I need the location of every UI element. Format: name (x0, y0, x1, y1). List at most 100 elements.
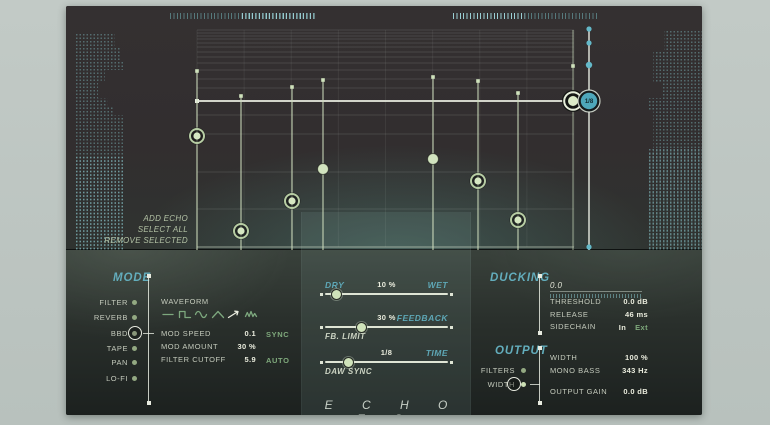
desktop-background: 1/8 ADD ECHO SELECT ALL REMOVE SELECTED … (0, 0, 770, 425)
echo-top-dot[interactable] (321, 78, 325, 82)
remove-selected-button[interactable]: REMOVE SELECTED (84, 235, 188, 246)
feedback-labels: 30 % FEEDBACK (325, 313, 448, 323)
mod-speed-sync-tag[interactable]: SYNC (266, 330, 289, 339)
timeline-dot[interactable] (586, 40, 591, 45)
time-badge-text: 1/8 (585, 99, 594, 105)
echo-top-dot[interactable] (476, 79, 480, 83)
wet-label[interactable]: WET (428, 280, 448, 290)
dry-wet-knob[interactable] (331, 289, 342, 300)
output-separator (539, 348, 540, 403)
dry-wet-labels: DRY 10 % WET (325, 280, 448, 290)
waveform-random-icon[interactable] (244, 308, 258, 321)
timeline-dot[interactable] (586, 62, 592, 68)
echo-top-dot[interactable] (290, 85, 294, 89)
dry-wet-slider[interactable] (325, 293, 448, 295)
ducking-meter-value: 0.0 (550, 281, 562, 290)
mod-amount-value[interactable]: 30 % (238, 342, 257, 352)
filter-cutoff-value[interactable]: 5.9 (245, 355, 256, 365)
output-gain-value[interactable]: 0.0 dB (623, 387, 648, 397)
ducking-separator (539, 276, 540, 333)
timeline-dot[interactable] (586, 244, 591, 249)
mode-title: MODE (113, 272, 151, 284)
waveform-label: WAVEFORM (161, 297, 209, 306)
echo-handle-center[interactable] (514, 216, 521, 223)
fb-limit-label[interactable]: FB. LIMIT (325, 332, 366, 341)
waveform-square-icon[interactable] (178, 308, 192, 321)
mode-item-bbd[interactable]: BBD (72, 327, 150, 339)
mono-bass-row[interactable]: MONO BASS 343 Hz (550, 366, 648, 376)
graph-context-menu: ADD ECHO SELECT ALL REMOVE SELECTED (84, 213, 188, 246)
echo-handle-center[interactable] (288, 197, 295, 204)
time-knob[interactable] (343, 357, 354, 368)
waveform-selector (161, 308, 258, 321)
select-all-button[interactable]: SELECT ALL (84, 224, 188, 235)
waveform-ramp-icon[interactable] (227, 308, 241, 321)
width-value[interactable]: 100 % (625, 353, 648, 363)
mode-connector-line (143, 333, 154, 334)
mod-amount-label: MOD AMOUNT (161, 342, 218, 352)
echo-top-dot[interactable] (516, 91, 520, 95)
filter-cutoff-label: FILTER CUTOFF (161, 355, 226, 365)
mod-speed-label: MOD SPEED (161, 329, 211, 339)
output-dot-icon (521, 382, 526, 387)
threshold-value[interactable]: 0.0 dB (623, 297, 648, 307)
waveform-sine-icon[interactable] (194, 308, 208, 321)
sidechain-label: SIDECHAIN (550, 322, 596, 332)
feedback-knob[interactable] (356, 322, 367, 333)
width-row[interactable]: WIDTH 100 % (550, 353, 648, 363)
mode-dot-icon (132, 360, 137, 365)
threshold-label: THRESHOLD (550, 297, 601, 307)
mode-dot-icon (132, 300, 137, 305)
filter-cutoff-row[interactable]: FILTER CUTOFF 5.9 (161, 355, 256, 365)
waveform-triangle-icon[interactable] (211, 308, 225, 321)
time-slider[interactable] (325, 361, 448, 363)
feedback-label[interactable]: FEEDBACK (397, 313, 448, 323)
level-handle-center[interactable] (568, 96, 578, 106)
add-echo-button[interactable]: ADD ECHO (84, 213, 188, 224)
output-gain-row[interactable]: OUTPUT GAIN 0.0 dB (550, 387, 648, 397)
mode-item-tape[interactable]: TAPE (72, 342, 150, 354)
sidechain-in-option[interactable]: In (619, 323, 626, 332)
mode-selected-ring (128, 326, 142, 340)
daw-sync-label[interactable]: DAW SYNC (325, 367, 372, 376)
mode-item-label: LO-FI (72, 374, 128, 383)
mod-speed-row[interactable]: MOD SPEED 0.1 (161, 329, 256, 339)
echo-top-dot[interactable] (431, 75, 435, 79)
mono-bass-value[interactable]: 343 Hz (622, 366, 648, 376)
output-selected-ring (507, 377, 521, 391)
echo-handle-center[interactable] (237, 227, 244, 234)
output-toggle-filters[interactable]: FILTERS (461, 364, 529, 376)
waveform-flat-icon[interactable] (161, 308, 175, 321)
echo-handle[interactable] (428, 154, 439, 165)
mode-item-label: PAN (72, 358, 128, 367)
sidechain-row: SIDECHAIN In Ext (550, 322, 648, 332)
output-toggle-width[interactable]: WIDTH (461, 378, 529, 390)
echo-top-dot[interactable] (195, 69, 199, 73)
sidechain-options: In Ext (619, 321, 648, 333)
echo-handle[interactable] (318, 164, 329, 175)
mode-item-label: REVERB (72, 313, 128, 322)
time-labels: 1/8 TIME (325, 348, 448, 358)
echo-top-dot[interactable] (239, 94, 243, 98)
mode-item-reverb[interactable]: REVERB (72, 311, 150, 323)
mode-item-filter[interactable]: FILTER (72, 296, 150, 308)
timeline-dot[interactable] (586, 26, 591, 31)
feedback-slider[interactable] (325, 326, 448, 328)
echoes-plugin-window: 1/8 ADD ECHO SELECT ALL REMOVE SELECTED … (66, 6, 702, 415)
sidechain-ext-option[interactable]: Ext (635, 323, 648, 332)
mode-dot-icon (132, 315, 137, 320)
mode-item-lofi[interactable]: LO-FI (72, 372, 150, 384)
mod-speed-value[interactable]: 0.1 (245, 329, 256, 339)
threshold-row[interactable]: THRESHOLD 0.0 dB (550, 297, 648, 307)
mode-item-label: TAPE (72, 344, 128, 353)
output-toggle-label: FILTERS (461, 366, 515, 375)
release-label: RELEASE (550, 310, 588, 320)
edge-top-dot[interactable] (571, 64, 575, 68)
time-label[interactable]: TIME (426, 348, 448, 358)
mode-item-pan[interactable]: PAN (72, 356, 150, 368)
filter-cutoff-auto-tag[interactable]: AUTO (266, 356, 290, 365)
output-gain-label: OUTPUT GAIN (550, 387, 607, 397)
echo-handle-center[interactable] (474, 177, 481, 184)
mod-amount-row[interactable]: MOD AMOUNT 30 % (161, 342, 256, 352)
echo-handle-center[interactable] (193, 132, 200, 139)
